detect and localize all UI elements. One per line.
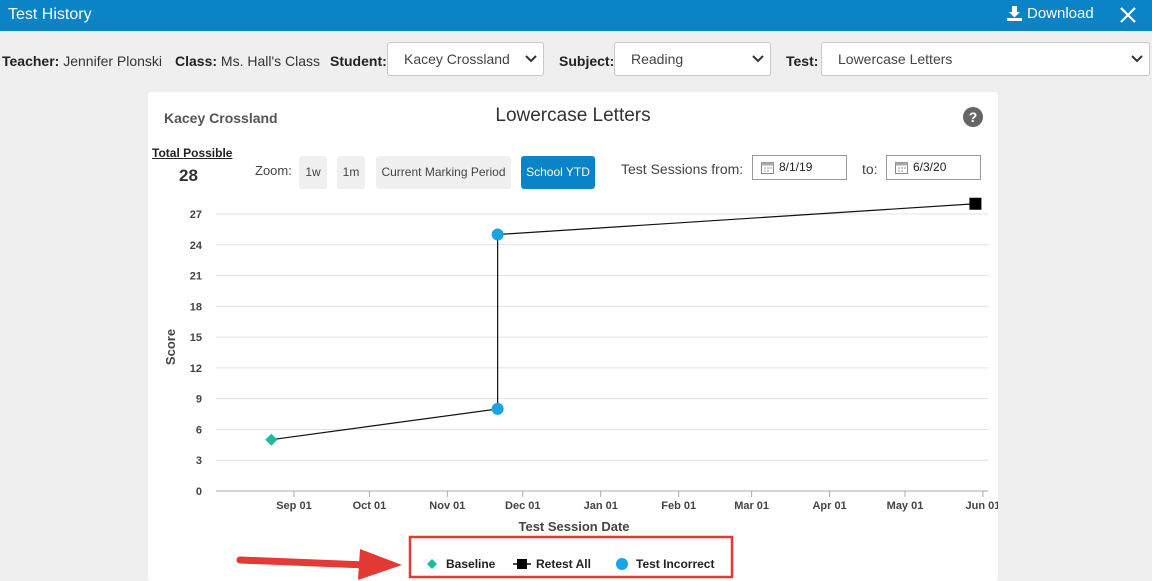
y-tick-label: 12 — [190, 363, 202, 375]
filter-bar: Teacher: Jennifer Plonski Class: Ms. Hal… — [0, 40, 1152, 80]
data-point — [969, 197, 982, 210]
y-tick-label: 6 — [196, 424, 202, 436]
subject-label: Subject: — [559, 53, 615, 69]
y-axis-title: Score — [163, 329, 178, 365]
legend-label: Retest All — [536, 557, 591, 571]
y-tick-label: 27 — [190, 209, 202, 221]
x-tick-label: Jun 01 — [966, 500, 998, 512]
x-axis-title: Test Session Date — [518, 519, 629, 534]
score-chart: 0 3 6 9 12 15 18 21 24 27 Sep 01 Oct 01 Nov 01 Dec 01… — [163, 197, 998, 579]
chart-card: Kacey Crossland Lowercase Letters ? Tota… — [148, 92, 998, 581]
y-tick-label: 3 — [196, 455, 202, 467]
class-filter: Class: Ms. Hall's Class — [175, 53, 320, 69]
x-tick-label: Feb 01 — [661, 500, 696, 512]
legend-marker — [616, 558, 628, 570]
x-tick-label: Nov 01 — [429, 500, 465, 512]
y-tick-label: 0 — [196, 486, 202, 498]
student-select[interactable]: Kacey Crossland — [387, 42, 544, 76]
chevron-down-icon — [752, 55, 764, 63]
teacher-label: Teacher: — [2, 53, 60, 69]
x-tick-label: Sep 01 — [276, 500, 311, 512]
download-button[interactable]: Download — [1006, 5, 1094, 22]
chevron-down-icon — [525, 55, 537, 63]
y-tick-label: 18 — [190, 301, 202, 313]
student-select-value: Kacey Crossland — [404, 51, 510, 67]
subject-select[interactable]: Reading — [614, 42, 771, 76]
x-tick-label: Mar 01 — [734, 500, 769, 512]
y-tick-label: 24 — [190, 240, 203, 252]
legend-label: Baseline — [446, 557, 496, 571]
download-icon — [1007, 6, 1022, 21]
x-tick-label: May 01 — [887, 500, 924, 512]
test-label: Test: — [786, 53, 819, 69]
test-select-value: Lowercase Letters — [838, 51, 953, 67]
chevron-down-icon — [1131, 55, 1143, 63]
data-point — [491, 228, 504, 241]
close-icon[interactable] — [1118, 5, 1138, 25]
class-value: Ms. Hall's Class — [220, 53, 321, 69]
class-label: Class: — [175, 53, 218, 69]
x-tick-label: Apr 01 — [812, 500, 846, 512]
window-title: Test History — [8, 6, 92, 23]
test-select[interactable]: Lowercase Letters — [821, 42, 1150, 76]
teacher-value: Jennifer Plonski — [63, 53, 163, 69]
legend-marker — [517, 559, 527, 569]
legend-label: Test Incorrect — [636, 557, 714, 571]
y-tick-label: 15 — [190, 332, 202, 344]
annotation-arrow — [236, 549, 402, 580]
data-point — [265, 433, 278, 446]
x-tick-label: Dec 01 — [505, 500, 540, 512]
y-tick-label: 21 — [190, 271, 202, 283]
y-tick-label: 9 — [196, 394, 202, 406]
series-line — [271, 203, 976, 441]
title-bar: Test History Download — [0, 0, 1152, 31]
x-tick-label: Oct 01 — [353, 500, 387, 512]
x-tick-label: Jan 01 — [584, 500, 618, 512]
teacher-filter: Teacher: Jennifer Plonski — [2, 53, 162, 69]
legend-marker — [427, 559, 437, 569]
subject-select-value: Reading — [631, 51, 684, 67]
download-label: Download — [1027, 5, 1094, 22]
student-label: Student: — [330, 53, 387, 69]
data-point — [491, 402, 504, 415]
